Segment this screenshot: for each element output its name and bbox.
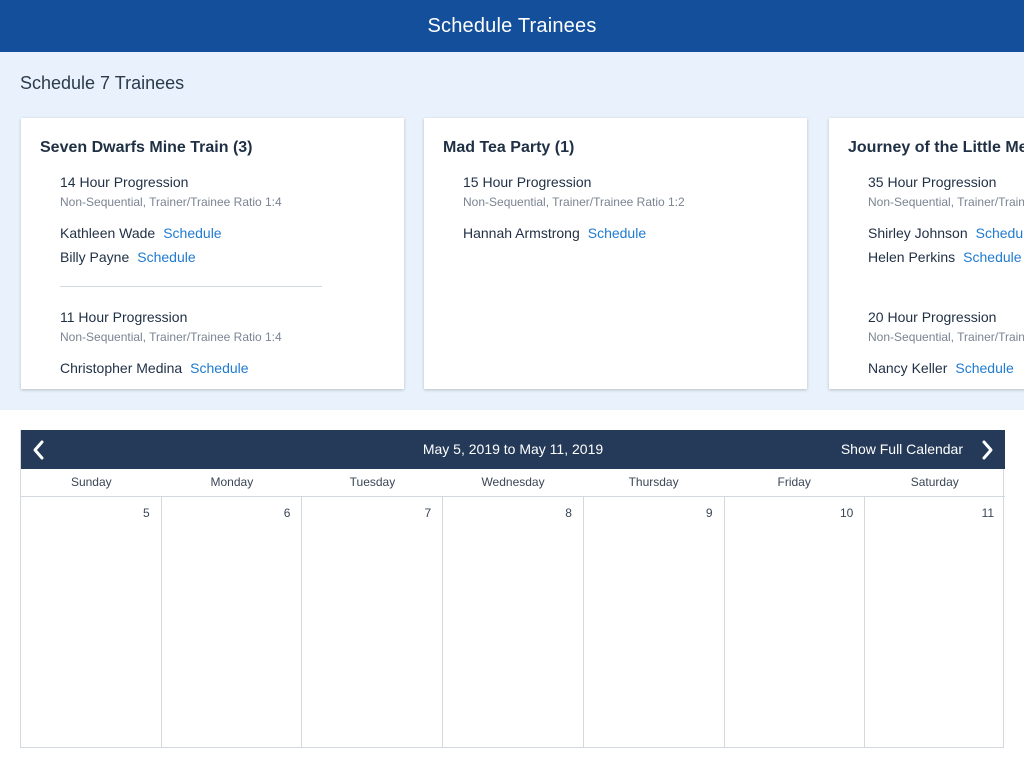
progression-meta: Non-Sequential, Trainer/Trainee Ratio 1:…	[463, 195, 685, 209]
weekday-label: Thursday	[628, 475, 679, 489]
trainee-name: Hannah Armstrong	[463, 225, 580, 241]
progression-name: 35 Hour Progression	[868, 174, 997, 190]
progression-meta: Non-Sequential, Trainer/Trainee Ratio 1:…	[60, 195, 282, 209]
trainee-name: Christopher Medina	[60, 360, 183, 376]
trainee-name: Nancy Keller	[868, 360, 948, 376]
trainee-row: Nancy Keller Schedule	[868, 356, 1024, 380]
progression-name: 15 Hour Progression	[463, 174, 592, 190]
day-number: 10	[839, 506, 854, 520]
trainee-name: Shirley Johnson	[868, 225, 968, 241]
progression-name: 20 Hour Progression	[868, 309, 997, 325]
progression-block: 14 Hour Progression Non-Sequential, Trai…	[60, 174, 404, 269]
schedule-link[interactable]: Schedu	[976, 225, 1023, 241]
schedule-link[interactable]: Schedule	[190, 360, 248, 376]
attraction-card-seven-dwarfs: Seven Dwarfs Mine Train (3) 14 Hour Prog…	[21, 118, 404, 389]
attraction-card-mad-tea-party: Mad Tea Party (1) 15 Hour Progression No…	[424, 118, 807, 389]
panel-heading: Schedule 7 Trainees	[20, 73, 185, 93]
weekday-label: Wednesday	[481, 475, 545, 489]
trainee-panel: Schedule 7 Trainees Seven Dwarfs Mine Tr…	[0, 52, 1024, 410]
chevron-right-icon[interactable]	[975, 438, 999, 462]
trainee-row: Billy Payne Schedule	[60, 245, 404, 269]
day-cell[interactable]: 8	[443, 497, 584, 748]
show-full-calendar-button[interactable]: Show Full Calendar	[841, 430, 963, 469]
progression-block: 20 Hour Progression Non-Sequential, Trai…	[868, 309, 1024, 380]
card-title: Mad Tea Party (1)	[443, 139, 575, 156]
calendar-header: May 5, 2019 to May 11, 2019 Show Full Ca…	[21, 430, 1005, 469]
day-number: 7	[424, 506, 432, 520]
chevron-left-icon[interactable]	[27, 438, 51, 462]
progression-name: 11 Hour Progression	[60, 309, 188, 325]
day-number: 11	[981, 506, 995, 520]
trainee-row: Christopher Medina Schedule	[60, 356, 404, 380]
progression-meta: Non-Sequential, Trainer/Trainee Ratio 1:…	[60, 330, 282, 344]
trainee-row: Helen Perkins Schedule	[868, 245, 1024, 269]
weekday-label: Sunday	[70, 475, 112, 489]
schedule-link[interactable]: Schedule	[955, 360, 1013, 376]
app-title: Schedule Trainees	[427, 14, 597, 37]
trainee-name: Billy Payne	[60, 249, 130, 265]
attraction-card-journey-little-mermaid: Journey of the Little Me 35 Hour Progres…	[829, 118, 1024, 389]
day-cell[interactable]: 7	[302, 497, 444, 748]
progression-name: 14 Hour Progression	[60, 174, 189, 190]
progression-meta: Non-Sequential, Trainer/Train	[868, 330, 1024, 344]
day-cell[interactable]: 9	[584, 497, 725, 748]
day-number: 5	[143, 506, 150, 520]
week-calendar: May 5, 2019 to May 11, 2019 Show Full Ca…	[20, 430, 1005, 748]
weekday-header-row: Sunday Monday Tuesday Wednesday Thursday…	[21, 469, 1005, 497]
weekday-label: Tuesday	[349, 475, 396, 489]
progression-block: 15 Hour Progression Non-Sequential, Trai…	[463, 174, 807, 245]
day-number: 9	[705, 506, 713, 520]
schedule-link[interactable]: Schedule	[588, 225, 646, 241]
app-header: Schedule Trainees	[0, 0, 1024, 52]
card-title: Seven Dwarfs Mine Train (3)	[40, 139, 253, 156]
day-number: 8	[565, 506, 572, 520]
trainee-row: Shirley Johnson Schedu	[868, 221, 1024, 245]
progression-divider	[60, 286, 322, 287]
progression-block: 11 Hour Progression Non-Sequential, Trai…	[60, 309, 404, 380]
schedule-link[interactable]: Schedule	[963, 249, 1021, 265]
trainee-name: Kathleen Wade	[60, 225, 156, 241]
day-cell[interactable]: 10	[725, 497, 866, 748]
progression-meta: Non-Sequential, Trainer/Train	[868, 195, 1024, 209]
trainee-row: Hannah Armstrong Schedule	[463, 221, 807, 245]
day-cell[interactable]: 11	[865, 497, 1005, 748]
schedule-link[interactable]: Schedule	[137, 249, 195, 265]
schedule-link[interactable]: Schedule	[163, 225, 221, 241]
weekday-label: Monday	[210, 475, 254, 489]
calendar-grid: 5 6 7 8 9 10 11	[21, 497, 1005, 748]
weekday-label: Friday	[777, 475, 811, 489]
day-cell[interactable]: 6	[162, 497, 303, 748]
trainee-row: Kathleen Wade Schedule	[60, 221, 404, 245]
trainee-name: Helen Perkins	[868, 249, 956, 265]
day-number: 6	[283, 506, 291, 520]
day-cell[interactable]: 5	[21, 497, 162, 748]
weekday-label: Saturday	[910, 475, 959, 489]
progression-block: 35 Hour Progression Non-Sequential, Trai…	[868, 174, 1024, 269]
card-title: Journey of the Little Me	[848, 139, 1024, 156]
